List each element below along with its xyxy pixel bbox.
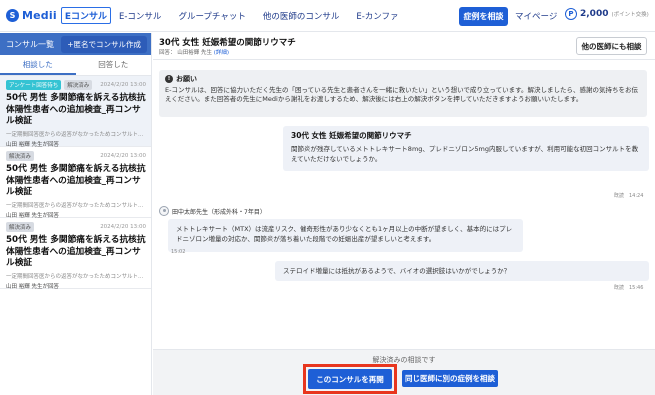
- consult-sidebar: コンサル一覧 +匿名でコンサル作成 相談した 回答した アンケート回答待ち 解決…: [0, 33, 152, 395]
- nav-item-group-chat[interactable]: グループチャット: [178, 10, 245, 22]
- case-title: 50代 男性 多関節痛を訴える抗核抗体陽性患者への追加検査_再コンサル検証: [6, 235, 146, 268]
- case-date: 2024/2/20 13:00: [100, 82, 146, 88]
- case-meta: 解決済み 2024/2/20 13:00: [6, 151, 146, 161]
- message-bubble-self: ステロイド増量には抵抗があるようで、バイオの選択肢はいかがでしょうか？: [275, 261, 649, 281]
- tab-answered[interactable]: 回答した: [76, 55, 152, 75]
- case-title: 50代 男性 多関節痛を訴える抗核抗体陽性患者への追加検査_再コンサル検証: [6, 164, 146, 197]
- message-body: メトトレキサート（MTX）は流産リスク、催奇形性があり少なくとも1ヶ月以上の中断…: [176, 225, 513, 243]
- notice-body: E-コンサルは、回答に協力いただく先生の「困っている先生と患者さんを一緒に救いた…: [165, 86, 638, 103]
- case-list-item[interactable]: アンケート回答待ち 解決済み 2024/2/20 13:00 50代 男性 多関…: [0, 76, 151, 148]
- consult-header: 30代 女性 妊娠希望の関節リウマチ 回答： 山田裕輝 先生 (詳細) 他の医師…: [153, 33, 655, 60]
- avatar: [159, 206, 169, 216]
- case-meta: 解決済み 2024/2/20 13:00: [6, 222, 146, 232]
- sidebar-title: コンサル一覧: [6, 39, 54, 49]
- reopen-consult-button[interactable]: このコンサルを再開: [308, 369, 392, 389]
- answerer-prefix: 回答：: [159, 50, 176, 56]
- resolved-note: 解決済みの相談です: [372, 356, 436, 364]
- points-icon: P: [565, 8, 577, 20]
- consult-same-doctor-button[interactable]: 同じ医師に別の症例を相談: [402, 370, 498, 387]
- nav-item-e-conference[interactable]: E-カンファ: [356, 10, 398, 22]
- message-time: 既読 15:46: [614, 285, 644, 291]
- tab-consulted[interactable]: 相談した: [0, 55, 76, 75]
- consult-other-doctors-button[interactable]: 他の医師にも相談: [576, 37, 647, 55]
- new-anonymous-consult-button[interactable]: +匿名でコンサル作成: [61, 35, 147, 53]
- notice-title: お願い: [176, 75, 197, 83]
- logo-sub: Eコンサル: [60, 7, 111, 24]
- case-date: 2024/2/20 13:00: [100, 153, 146, 159]
- logo[interactable]: S Medii Eコンサル: [6, 7, 111, 24]
- chat-thread[interactable]: ! お願い E-コンサルは、回答に協力いただく先生の「困っている先生と患者さんを…: [153, 61, 655, 348]
- message-bubble-other: メトトレキサート（MTX）は流産リスク、催奇形性があり少なくとも1ヶ月以上の中断…: [168, 219, 523, 252]
- reopen-highlight: このコンサルを再開: [303, 364, 397, 394]
- message-time: 既読 14:24: [614, 193, 644, 199]
- status-badge: 解決済み: [6, 222, 35, 232]
- case-doctor: 山田 裕輝 先生が回答: [6, 283, 59, 290]
- message-bubble-self: 30代 女性 妊娠希望の関節リウマチ 関節炎が残存しているメトトレキサート8mg…: [283, 126, 649, 171]
- case-list-item[interactable]: 解決済み 2024/2/20 13:00 50代 男性 多関節痛を訴える抗核抗体…: [0, 218, 151, 290]
- points-value: 2,000: [580, 9, 609, 19]
- case-snippet: 一定期間回答医からの返答がなかったためコンサルト...: [6, 273, 144, 280]
- message-body: ステロイド増量には抵抗があるようで、バイオの選択肢はいかがでしょうか？: [283, 267, 511, 275]
- status-badge: アンケート回答待ち: [6, 80, 62, 90]
- status-badge: 解決済み: [6, 151, 35, 161]
- case-list-item[interactable]: 解決済み 2024/2/20 13:00 50代 男性 多関節痛を訴える抗核抗体…: [0, 147, 151, 219]
- points-widget[interactable]: P 2,000 (ポイント交換): [565, 8, 649, 20]
- sidebar-tabs: 相談した 回答した: [0, 55, 151, 76]
- case-title: 50代 男性 多関節痛を訴える抗核抗体陽性患者への追加検査_再コンサル検証: [6, 93, 146, 126]
- case-date: 2024/2/20 13:00: [100, 224, 146, 230]
- nav-item-e-consult[interactable]: E-コンサル: [119, 10, 161, 22]
- logo-text: Medii: [22, 9, 57, 22]
- sidebar-header: コンサル一覧 +匿名でコンサル作成: [0, 33, 151, 55]
- logo-mark-icon: S: [6, 9, 19, 22]
- top-header: S Medii Eコンサル E-コンサル グループチャット 他の医師のコンサル …: [0, 0, 655, 32]
- case-snippet: 一定期間回答医からの返答がなかったためコンサルト...: [6, 131, 144, 138]
- answerer-meta: 回答： 山田裕輝 先生 (詳細): [159, 48, 229, 56]
- mypage-link[interactable]: マイページ: [515, 10, 557, 22]
- message-sender: 田中太郎先生（形成外科・7年目）: [159, 206, 266, 216]
- nav-item-other-consults[interactable]: 他の医師のコンサル: [263, 10, 340, 22]
- case-snippet: 一定期間回答医からの返答がなかったためコンサルト...: [6, 202, 144, 209]
- points-exchange-link[interactable]: (ポイント交換): [611, 10, 648, 18]
- status-badge: 解決済み: [64, 80, 93, 90]
- answerer-detail-link[interactable]: (詳細): [214, 50, 229, 56]
- notice-box: ! お願い E-コンサルは、回答に協力いただく先生の「困っている先生と患者さんを…: [159, 70, 647, 117]
- consult-detail: 30代 女性 妊娠希望の関節リウマチ 回答： 山田裕輝 先生 (詳細) 他の医師…: [153, 33, 655, 395]
- info-icon: !: [165, 75, 173, 83]
- notice-header: ! お願い: [165, 74, 641, 84]
- consult-footer: 解決済みの相談です このコンサルを再開 同じ医師に別の症例を相談: [153, 349, 655, 395]
- main-nav: E-コンサル グループチャット 他の医師のコンサル E-カンファ: [119, 10, 416, 22]
- answerer-name: 山田裕輝 先生: [177, 50, 213, 56]
- sender-name: 田中太郎先生（形成外科・7年目）: [172, 208, 266, 216]
- message-title: 30代 女性 妊娠希望の関節リウマチ: [291, 131, 412, 140]
- message-body: 関節炎が残存しているメトトレキサート8mg、プレドニゾロン5mg内服していますが…: [291, 145, 639, 163]
- message-time: 15:02: [171, 249, 186, 255]
- page-title: 30代 女性 妊娠希望の関節リウマチ: [159, 38, 296, 48]
- consult-case-button[interactable]: 症例を相談: [459, 7, 508, 26]
- case-meta: アンケート回答待ち 解決済み 2024/2/20 13:00: [6, 80, 146, 90]
